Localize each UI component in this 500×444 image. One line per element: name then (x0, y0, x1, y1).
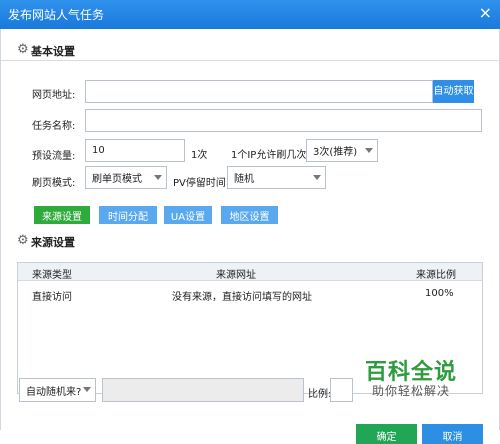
pv-time-label: PV停留时间: (173, 178, 230, 189)
cancel-button[interactable]: 取消 (422, 424, 483, 444)
source-type-select-value: 自动随机来? (26, 386, 82, 398)
chevron-down-icon (365, 148, 373, 153)
chevron-down-icon (154, 175, 162, 180)
mode-label: 刷页模式: (32, 178, 76, 189)
preset-traffic-input[interactable]: 10 (85, 139, 185, 162)
dialog-body: ⚙ 基本设置 网页地址: 自动获取 任务名称: 预设流量: 10 1次 1个IP… (0, 29, 500, 444)
mode-select-value: 刷单页模式 (92, 174, 142, 185)
pv-time-select[interactable]: 随机 (227, 166, 326, 189)
table-row[interactable]: 直接访问 没有来源，直接访问填写的网址 100% (18, 281, 482, 305)
confirm-button[interactable]: 确定 (356, 424, 417, 444)
ratio-input[interactable] (330, 378, 353, 402)
source-type-select[interactable]: 自动随机来? (19, 378, 96, 402)
gear-icon: ⚙ (17, 233, 29, 248)
tab-source-settings[interactable]: 来源设置 (34, 206, 90, 224)
source-section-title: 来源设置 (31, 236, 75, 249)
chevron-down-icon (313, 175, 321, 180)
source-ratio-cell: 100% (425, 288, 454, 299)
mode-select[interactable]: 刷单页模式 (85, 166, 167, 189)
basic-section-title: 基本设置 (31, 45, 75, 58)
confirm-label: 确定 (376, 432, 397, 443)
column-header: 来源网址 (216, 270, 256, 281)
tab-time-allocation[interactable]: 时间分配 (99, 206, 157, 224)
tab-region-settings[interactable]: 地区设置 (221, 206, 278, 224)
title-bar: 发布网站人气任务 × (0, 0, 500, 29)
section-divider (1, 60, 500, 61)
table-header: 来源类型 来源网址 来源比例 (18, 263, 482, 281)
ratio-label: 比例: (308, 389, 332, 400)
pv-time-select-value: 随机 (234, 174, 254, 185)
url-label: 网页地址: (32, 90, 76, 101)
preset-unit: 1次 (191, 150, 208, 161)
column-header: 来源类型 (32, 270, 72, 281)
per-ip-label: 1个IP允许刷几次: (231, 150, 310, 161)
tab-ua-settings[interactable]: UA设置 (164, 206, 212, 224)
cancel-label: 取消 (442, 432, 463, 443)
source-url-input[interactable] (102, 378, 304, 402)
auto-fetch-button[interactable]: 自动获取 (433, 80, 474, 103)
watermark-slogan: 助你轻松解决 (372, 384, 451, 398)
source-url-cell: 没有来源，直接访问填写的网址 (172, 292, 312, 303)
source-type-cell: 直接访问 (32, 292, 72, 303)
url-input[interactable] (85, 80, 433, 103)
column-header: 来源比例 (416, 270, 456, 281)
preset-traffic-label: 预设流量: (32, 151, 76, 162)
task-name-input[interactable] (85, 109, 482, 132)
chevron-down-icon (83, 387, 91, 392)
close-icon[interactable]: × (479, 3, 492, 22)
window-title: 发布网站人气任务 (8, 8, 105, 22)
task-name-label: 任务名称: (32, 121, 76, 132)
per-ip-select[interactable]: 3次(推荐) (306, 139, 378, 162)
gear-icon: ⚙ (17, 42, 29, 57)
per-ip-select-value: 3次(推荐) (313, 147, 358, 158)
